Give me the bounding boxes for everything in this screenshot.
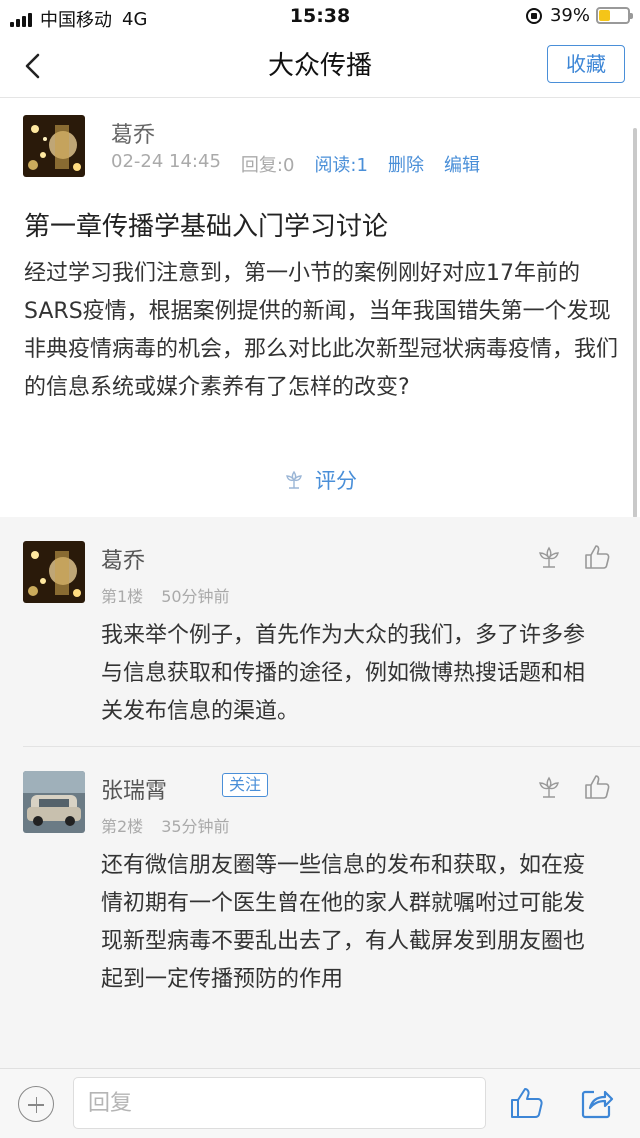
battery-percent: 39% — [549, 5, 590, 26]
flower-icon — [286, 470, 302, 489]
reply-list: 葛乔 第1楼 50分钟前 我来举个例子，首先作为大众的我们，多了许多参与信息获取… — [0, 517, 640, 1068]
rate-button[interactable]: 评分 — [283, 465, 357, 495]
read-count[interactable]: 阅读:1 — [314, 151, 368, 177]
nav-bar: 大众传播 收藏 — [0, 34, 640, 98]
reply-item: 葛乔 第1楼 50分钟前 我来举个例子，首先作为大众的我们，多了许多参与信息获取… — [0, 517, 640, 747]
thumbs-up-icon[interactable] — [583, 773, 611, 801]
delete-link[interactable]: 删除 — [388, 151, 424, 177]
chevron-left-icon[interactable] — [20, 52, 48, 80]
avatar[interactable] — [23, 115, 85, 177]
avatar[interactable] — [23, 541, 85, 603]
status-right: 39% — [525, 5, 633, 26]
thumbs-up-icon[interactable] — [508, 1085, 544, 1121]
reply-content: 我来举个例子，首先作为大众的我们，多了许多参与信息获取和传播的途径，例如微博热搜… — [101, 623, 586, 724]
thumbs-up-icon[interactable] — [583, 543, 611, 571]
post-body: 经过学习我们注意到，第一小节的案例刚好对应17年前的SARS疫情，根据案例提供的… — [24, 261, 619, 400]
floor-number: 第1楼 — [101, 587, 144, 606]
reply-author[interactable]: 张瑞霄 — [101, 773, 167, 805]
avatar[interactable] — [23, 771, 85, 833]
reply-count: 回复:0 — [240, 155, 295, 176]
post-meta: 02-24 14:45 回复:0 阅读:1 删除 编辑 — [111, 151, 500, 177]
follow-button[interactable]: 关注 — [222, 773, 269, 797]
status-bar: 中国移动 4G 15:38 39% — [0, 0, 640, 34]
flower-icon[interactable] — [536, 775, 562, 801]
post-date: 02-24 14:45 — [111, 151, 221, 172]
bottom-bar — [0, 1068, 640, 1138]
reply-item: 张瑞霄 关注 第2楼 35分钟前 还有微信朋友圈等一些信息的发布和获取，如在疫情… — [0, 747, 640, 1068]
reply-input[interactable] — [73, 1077, 486, 1129]
reply-meta: 第2楼 35分钟前 — [101, 813, 248, 837]
post-author[interactable]: 葛乔 — [111, 117, 155, 149]
scrollbar[interactable] — [633, 128, 637, 518]
orientation-lock-icon — [525, 7, 542, 24]
reply-time: 35分钟前 — [161, 817, 230, 836]
reply-time: 50分钟前 — [161, 587, 230, 606]
battery-icon — [596, 7, 633, 24]
favorite-button[interactable]: 收藏 — [547, 45, 625, 83]
post-title: 第一章传播学基础入门学习讨论 — [24, 212, 389, 242]
flower-icon[interactable] — [536, 545, 562, 571]
edit-link[interactable]: 编辑 — [444, 151, 480, 177]
reply-meta: 第1楼 50分钟前 — [101, 583, 248, 607]
floor-number: 第2楼 — [101, 817, 144, 836]
post: 葛乔 02-24 14:45 回复:0 阅读:1 删除 编辑 第一章传播学基础入… — [0, 99, 640, 517]
reply-author[interactable]: 葛乔 — [101, 543, 145, 575]
share-icon[interactable] — [580, 1086, 614, 1120]
add-button[interactable] — [18, 1086, 54, 1122]
rate-area: 评分 — [0, 465, 640, 496]
reply-content: 还有微信朋友圈等一些信息的发布和获取，如在疫情初期有一个医生曾在他的家人群就嘱咐… — [101, 853, 586, 992]
page-title: 大众传播 — [267, 51, 372, 81]
rate-label: 评分 — [315, 469, 357, 493]
